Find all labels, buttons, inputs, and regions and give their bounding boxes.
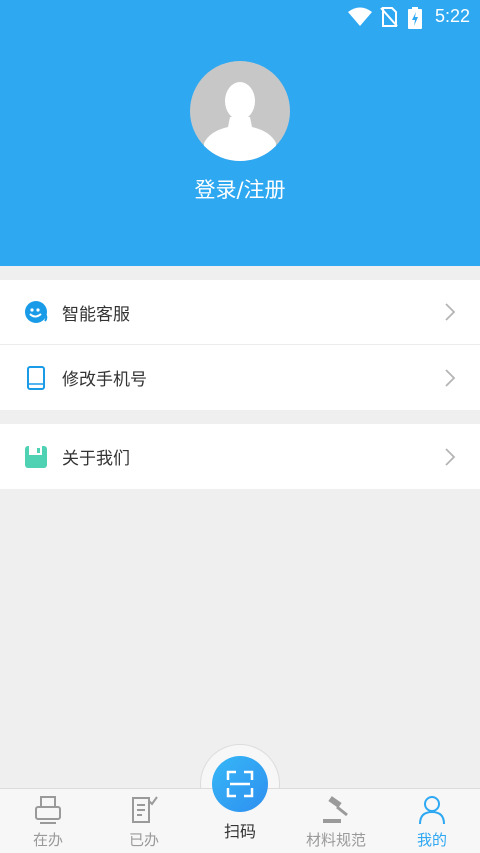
user-icon xyxy=(419,796,445,825)
tab-label: 材料规范 xyxy=(305,831,366,849)
tab-in-progress[interactable]: 在办 xyxy=(0,789,96,853)
menu-item-change-phone[interactable]: 修改手机号 xyxy=(0,345,480,410)
tab-label: 已办 xyxy=(128,831,159,849)
tab-label: 在办 xyxy=(32,831,63,849)
wifi-icon xyxy=(348,7,372,26)
avatar[interactable] xyxy=(190,61,290,161)
no-sim-icon xyxy=(380,7,398,27)
chevron-right-icon xyxy=(445,447,456,466)
menu-label: 关于我们 xyxy=(62,449,130,469)
phone-icon xyxy=(27,365,45,390)
gavel-icon xyxy=(323,796,348,823)
tab-mine[interactable]: 我的 xyxy=(384,789,480,853)
menu-item-customer-service[interactable]: 智能客服 xyxy=(0,280,480,345)
battery-charging-icon xyxy=(408,7,422,29)
login-register-link[interactable]: 登录/注册 xyxy=(0,174,480,204)
menu-item-about-us[interactable]: 关于我们 xyxy=(0,424,480,489)
tab-label: 我的 xyxy=(416,831,447,849)
about-icon xyxy=(25,445,47,468)
printer-icon xyxy=(35,796,61,824)
menu-label: 智能客服 xyxy=(62,304,130,325)
profile-header: 5:22 登录/注册 xyxy=(0,0,480,266)
tab-label[interactable]: 扫码 xyxy=(192,818,288,842)
chevron-right-icon xyxy=(445,368,456,387)
menu-label: 修改手机号 xyxy=(62,370,147,390)
customer-service-icon xyxy=(25,301,48,323)
scan-button[interactable] xyxy=(212,756,268,812)
checklist-icon xyxy=(132,796,158,823)
tab-done[interactable]: 已办 xyxy=(96,789,192,853)
scan-icon xyxy=(226,770,254,798)
tab-materials-standard[interactable]: 材料规范 xyxy=(288,789,384,853)
status-bar: 5:22 xyxy=(0,0,480,34)
menu-group-2: 关于我们 xyxy=(0,424,480,489)
menu-group-1: 智能客服 修改手机号 xyxy=(0,280,480,410)
chevron-right-icon xyxy=(445,303,456,321)
status-time: 5:22 xyxy=(434,6,470,26)
default-avatar-icon xyxy=(204,82,276,161)
